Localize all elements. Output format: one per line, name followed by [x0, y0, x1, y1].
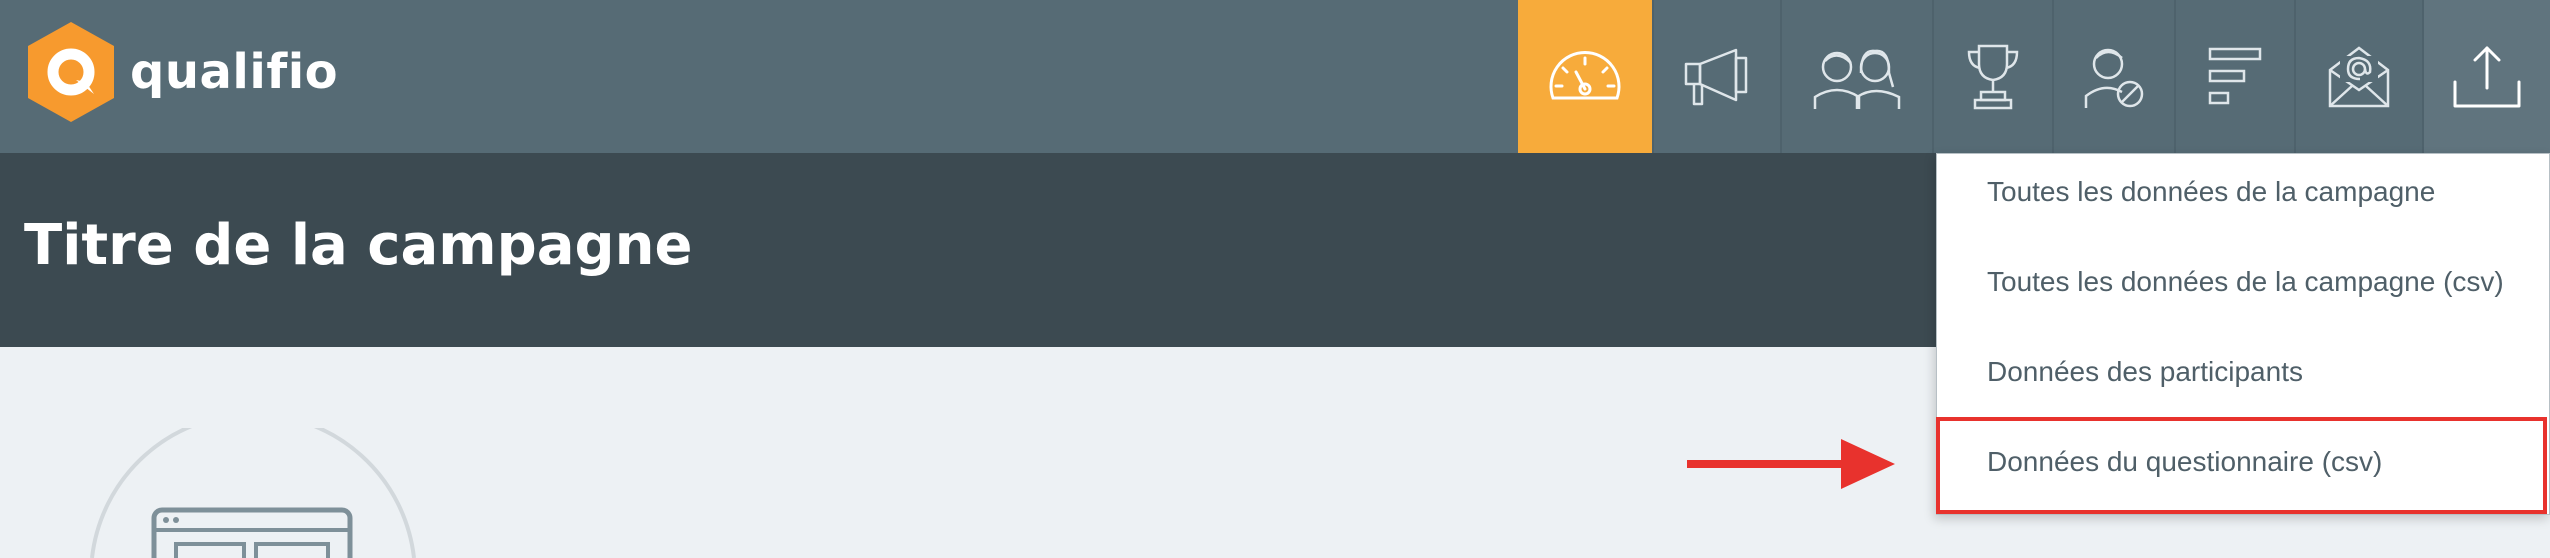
annotation-arrow	[1687, 437, 1897, 496]
menu-item-all-campaign-data[interactable]: Toutes les données de la campagne	[1987, 176, 2435, 208]
qualifio-hexagon-icon	[28, 22, 114, 122]
export-icon	[2453, 46, 2521, 107]
page-title: Titre de la campagne	[24, 213, 693, 278]
nav-dashboard[interactable]	[1518, 0, 1652, 153]
nav-blacklist[interactable]	[2052, 0, 2174, 153]
browser-window-icon	[90, 412, 416, 558]
arrow-right-icon	[1687, 439, 1895, 489]
nav-statistics[interactable]	[2174, 0, 2294, 153]
menu-item-all-campaign-data-csv[interactable]: Toutes les données de la campagne (csv)	[1987, 266, 2504, 298]
menu-item-participant-data[interactable]: Données des participants	[1987, 356, 2303, 388]
brand-name: qualifio	[130, 44, 339, 100]
nav-campaign[interactable]	[1652, 0, 1780, 153]
nav-prizes[interactable]	[1932, 0, 2052, 153]
top-navigation-bar: qualifio	[0, 0, 2550, 153]
nav-export[interactable]	[2422, 0, 2550, 153]
nav-email[interactable]	[2294, 0, 2422, 153]
qualifio-logo[interactable]: qualifio	[24, 20, 338, 124]
campaign-illustration	[88, 412, 418, 558]
user-blocked-icon	[2084, 48, 2144, 108]
participants-icon	[1813, 49, 1901, 109]
trophy-icon	[1967, 44, 2019, 109]
bars-icon	[2208, 47, 2262, 104]
email-icon	[2328, 45, 2390, 107]
highlight-box	[1936, 417, 2547, 514]
nav-participants[interactable]	[1780, 0, 1932, 153]
megaphone-icon	[1684, 48, 1748, 105]
dashboard-icon	[1549, 50, 1621, 99]
